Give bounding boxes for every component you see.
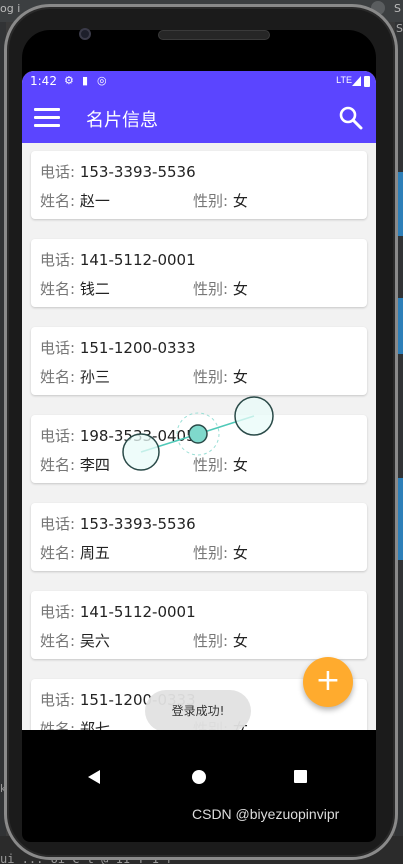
phone-label: 电话: [40,339,80,357]
contact-gender-row: 性别: 女 [193,278,248,299]
phone-label: 电话: [40,427,80,445]
front-camera-icon [79,28,91,40]
status-bar: 1:42 ⚙ ▮ ◎ LTE [22,71,376,93]
settings-gear-icon: ⚙ [64,74,74,87]
contact-name-row: 姓名: 周五 [40,542,110,563]
home-icon[interactable] [192,770,206,784]
name-value: 郑七 [79,720,110,730]
gender-label: 性别: [193,280,233,298]
contact-gender-row: 性别: 女 [193,630,248,651]
toast-message: 登录成功! [145,690,251,730]
phone-value: 141-5112-0001 [79,603,196,621]
gender-label: 性别: [193,544,233,562]
phone-value: 153-3393-5536 [79,163,196,181]
name-label: 姓名: [40,456,80,474]
contact-name-row: 姓名: 吴六 [40,630,110,651]
contact-name-row: 姓名: 赵一 [40,190,110,211]
name-label: 姓名: [40,720,80,730]
phone-label: 电话: [40,603,80,621]
contact-card[interactable]: 电话: 141-5112-0001 姓名: 吴六 性别: 女 [31,591,367,659]
search-icon[interactable] [338,105,364,131]
name-label: 姓名: [40,192,80,210]
contact-list[interactable]: 电话: 153-3393-5536 姓名: 赵一 性别: 女 电话: 141-5… [22,143,376,730]
gender-value: 女 [232,456,248,474]
contact-gender-row: 性别: 女 [193,542,248,563]
phone-label: 电话: [40,163,80,181]
contact-phone-row: 电话: 198-3533-0405 [40,425,196,446]
gender-value: 女 [232,544,248,562]
phone-value: 153-3393-5536 [79,515,196,533]
ide-tab-text: og i [0,2,21,15]
phone-value: 141-5112-0001 [79,251,196,269]
sd-card-icon: ▮ [82,74,89,87]
contact-card[interactable]: 电话: 153-3393-5536 姓名: 赵一 性别: 女 [31,151,367,219]
gender-label: 性别: [193,368,233,386]
contact-gender-row: 性别: 女 [193,190,248,211]
watermark: CSDN @biyezuopinvipr [192,806,340,822]
contact-gender-row: 性别: 女 [193,366,248,387]
name-value: 周五 [79,544,110,562]
battery-icon [364,76,370,87]
phone-value: 198-3533-0405 [79,427,196,445]
add-contact-button[interactable]: + [303,657,353,707]
gender-value: 女 [232,368,248,386]
name-label: 姓名: [40,544,80,562]
contact-gender-row: 性别: 女 [193,454,248,475]
back-icon[interactable] [88,770,100,784]
contact-phone-row: 电话: 153-3393-5536 [40,513,196,534]
contact-card[interactable]: 电话: 153-3393-5536 姓名: 周五 性别: 女 [31,503,367,571]
name-value: 赵一 [79,192,110,210]
phone-label: 电话: [40,691,80,709]
phone-value: 151-1200-0333 [79,339,196,357]
name-label: 姓名: [40,280,80,298]
phone-label: 电话: [40,515,80,533]
contact-card[interactable]: 电话: 151-1200-0333 姓名: 孙三 性别: 女 [31,327,367,395]
menu-icon[interactable] [34,108,60,128]
name-label: 姓名: [40,632,80,650]
app-display: 1:42 ⚙ ▮ ◎ LTE 名片信息 电话: 153-3393-5536 姓名… [22,71,376,730]
gender-value: 女 [232,192,248,210]
gender-value: 女 [232,280,248,298]
phone-label: 电话: [40,251,80,269]
contact-card[interactable]: 电话: 198-3533-0405 姓名: 李四 性别: 女 [31,415,367,483]
name-value: 吴六 [79,632,110,650]
name-value: 钱二 [79,280,110,298]
gender-label: 性别: [193,192,233,210]
ide-right-text: S [396,22,403,35]
contact-name-row: 姓名: 李四 [40,454,110,475]
network-type: LTE [336,75,352,85]
earpiece-speaker [158,30,270,40]
gender-label: 性别: [193,632,233,650]
sync-icon: ◎ [97,74,107,87]
gender-value: 女 [232,632,248,650]
ide-top-right-text: S [394,2,401,15]
contact-phone-row: 电话: 141-5112-0001 [40,601,196,622]
page-title: 名片信息 [86,110,158,131]
contact-name-row: 姓名: 钱二 [40,278,110,299]
signal-icon [352,76,361,86]
contact-phone-row: 电话: 141-5112-0001 [40,249,196,270]
status-time: 1:42 [30,74,57,88]
contact-phone-row: 电话: 151-1200-0333 [40,337,196,358]
contact-name-row: 姓名: 孙三 [40,366,110,387]
plus-icon: + [315,663,341,698]
name-label: 姓名: [40,368,80,386]
contact-name-row: 姓名: 郑七 [40,718,110,730]
name-value: 孙三 [79,368,110,386]
recent-apps-icon[interactable] [294,770,307,783]
contact-phone-row: 电话: 153-3393-5536 [40,161,196,182]
gender-label: 性别: [193,456,233,474]
name-value: 李四 [79,456,110,474]
contact-card[interactable]: 电话: 141-5112-0001 姓名: 钱二 性别: 女 [31,239,367,307]
app-toolbar: 名片信息 [22,93,376,143]
